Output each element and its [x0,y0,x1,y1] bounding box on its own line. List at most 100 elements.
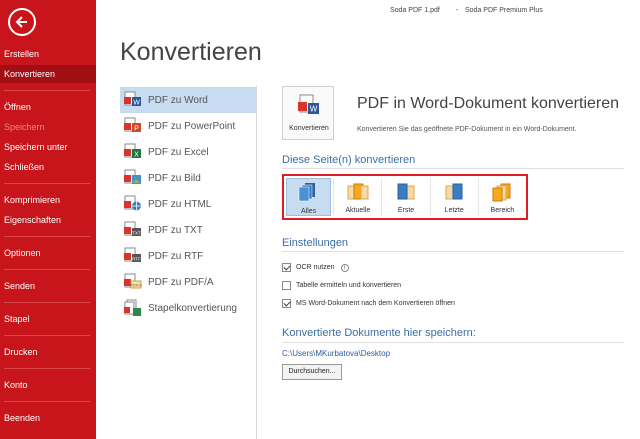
sidebar-item-erstellen[interactable]: Erstellen [0,45,96,63]
ocr-checkbox[interactable] [282,263,291,272]
svg-text:PDF/A: PDF/A [130,283,142,288]
sidebar-divider [4,236,90,237]
sidebar-divider [4,269,90,270]
info-icon[interactable]: i [340,263,349,272]
app-name: Soda PDF Premium Plus [465,7,543,14]
conversion-item-txt[interactable]: TXT PDF zu TXT [120,217,256,243]
svg-text:W: W [310,105,318,114]
svg-text:W: W [133,100,140,107]
svg-text:RTF: RTF [132,257,141,262]
sidebar-item-drucken[interactable]: Drucken [0,343,96,361]
conversion-type-list: W PDF zu Word P PDF zu PowerPoint X PDF … [120,87,256,321]
save-location-title: Konvertierte Dokumente hier speichern: [282,327,476,339]
sidebar-item-konvertieren[interactable]: Konvertieren [0,65,96,83]
table-detection-option[interactable]: Tabelle ermitteln und konvertieren [282,281,401,290]
svg-text:P: P [134,126,139,133]
table-detection-label: Tabelle ermitteln und konvertieren [296,282,402,289]
open-after-checkbox[interactable] [282,299,291,308]
section-divider [282,342,624,343]
page-range-icon [490,181,514,203]
conversion-item-pdfa[interactable]: PDF/A PDF zu PDF/A [120,269,256,295]
conversion-item-bild[interactable]: PDF zu Bild [120,165,256,191]
conversion-item-rtf[interactable]: RTF PDF zu RTF [120,243,256,269]
back-arrow-icon[interactable] [8,8,36,36]
sidebar-divider [4,368,90,369]
last-page-icon [442,181,466,203]
page-option-erste[interactable]: Erste [384,178,427,216]
html-icon [124,195,142,213]
txt-icon: TXT [124,221,142,239]
option-divider [477,178,479,216]
option-divider [429,178,431,216]
page-range-selector: Alles Aktuelle Erste Letzte Bereich [282,174,528,220]
sidebar-item-komprimieren[interactable]: Komprimieren [0,191,96,209]
page-option-letzte[interactable]: Letzte [433,178,476,216]
current-page-icon [346,181,370,203]
conversion-item-html[interactable]: PDF zu HTML [120,191,256,217]
sidebar-divider [4,335,90,336]
page-option-label: Alles [301,208,317,215]
option-divider [381,178,383,216]
page-option-label: Erste [397,207,415,214]
sidebar-item-beenden[interactable]: Beenden [0,409,96,427]
page-option-label: Bereich [490,207,515,214]
conversion-label: PDF zu RTF [148,250,204,262]
first-page-icon [394,181,418,203]
conversion-label: PDF zu Excel [148,146,209,158]
pdfa-icon: PDF/A [124,273,142,291]
document-name: Soda PDF 1.pdf [390,7,440,14]
excel-icon: X [124,143,142,161]
page-option-label: Aktuelle [345,207,371,214]
ocr-label: OCR nutzen [296,264,335,271]
conversion-label: PDF zu PowerPoint [148,120,236,132]
svg-text:TXT: TXT [132,231,141,236]
page-option-bereich[interactable]: Bereich [481,178,524,216]
sidebar-item-stapel[interactable]: Stapel [0,310,96,328]
conversion-item-word[interactable]: W PDF zu Word [120,87,256,113]
title-separator: - [456,7,459,14]
sidebar-divider [4,90,90,91]
title-bar: Soda PDF 1.pdf - Soda PDF Premium Plus [96,0,640,22]
page-option-alles[interactable]: Alles [286,178,332,216]
pages-section-title: Diese Seite(n) konvertieren [282,154,416,166]
open-after-label: MS Word-Dokument nach dem Konvertieren ö… [296,300,455,307]
conversion-item-excel[interactable]: X PDF zu Excel [120,139,256,165]
sidebar-item-senden[interactable]: Senden [0,277,96,295]
sidebar-item-oeffnen[interactable]: Öffnen [0,98,96,116]
conversion-label: PDF zu HTML [148,198,212,210]
convert-button[interactable]: W Konvertieren [282,86,334,140]
sidebar-item-schliessen[interactable]: Schließen [0,158,96,176]
powerpoint-icon: P [124,117,142,135]
conversion-label: PDF zu PDF/A [148,276,214,288]
conversion-item-batch[interactable]: Stapelkonvertierung [120,295,256,321]
convert-button-label: Konvertieren [289,125,329,132]
app-window: Erstellen Konvertieren Öffnen Speichern … [0,0,640,439]
image-icon [124,169,142,187]
sidebar-item-eigenschaften[interactable]: Eigenschaften [0,211,96,229]
sidebar-item-konto[interactable]: Konto [0,376,96,394]
rtf-icon: RTF [124,247,142,265]
conversion-item-powerpoint[interactable]: P PDF zu PowerPoint [120,113,256,139]
conversion-label: PDF zu Word [148,94,208,106]
all-pages-icon [297,182,321,204]
convert-word-icon: W [298,94,320,118]
save-path: C:\Users\MKurbatova\Desktop [282,349,391,358]
ocr-option[interactable]: OCR nutzen i [282,263,349,272]
panel-title: PDF in Word-Dokument konvertieren [357,95,620,112]
page-title: Konvertieren [120,38,262,66]
page-option-label: Letzte [444,207,464,214]
sidebar-divider [4,302,90,303]
sidebar-item-optionen[interactable]: Optionen [0,244,96,262]
conversion-label: PDF zu TXT [148,224,203,236]
table-detection-checkbox[interactable] [282,281,291,290]
batch-icon [124,299,142,317]
section-divider [282,168,624,169]
svg-text:X: X [134,152,139,159]
section-divider [282,251,624,252]
open-after-option[interactable]: MS Word-Dokument nach dem Konvertieren ö… [282,299,455,308]
settings-title: Einstellungen [282,237,349,249]
page-option-aktuelle[interactable]: Aktuelle [336,178,379,216]
option-divider [333,178,335,216]
browse-button[interactable]: Durchsuchen... [282,364,342,380]
sidebar-item-speichern-unter[interactable]: Speichern unter [0,138,96,156]
